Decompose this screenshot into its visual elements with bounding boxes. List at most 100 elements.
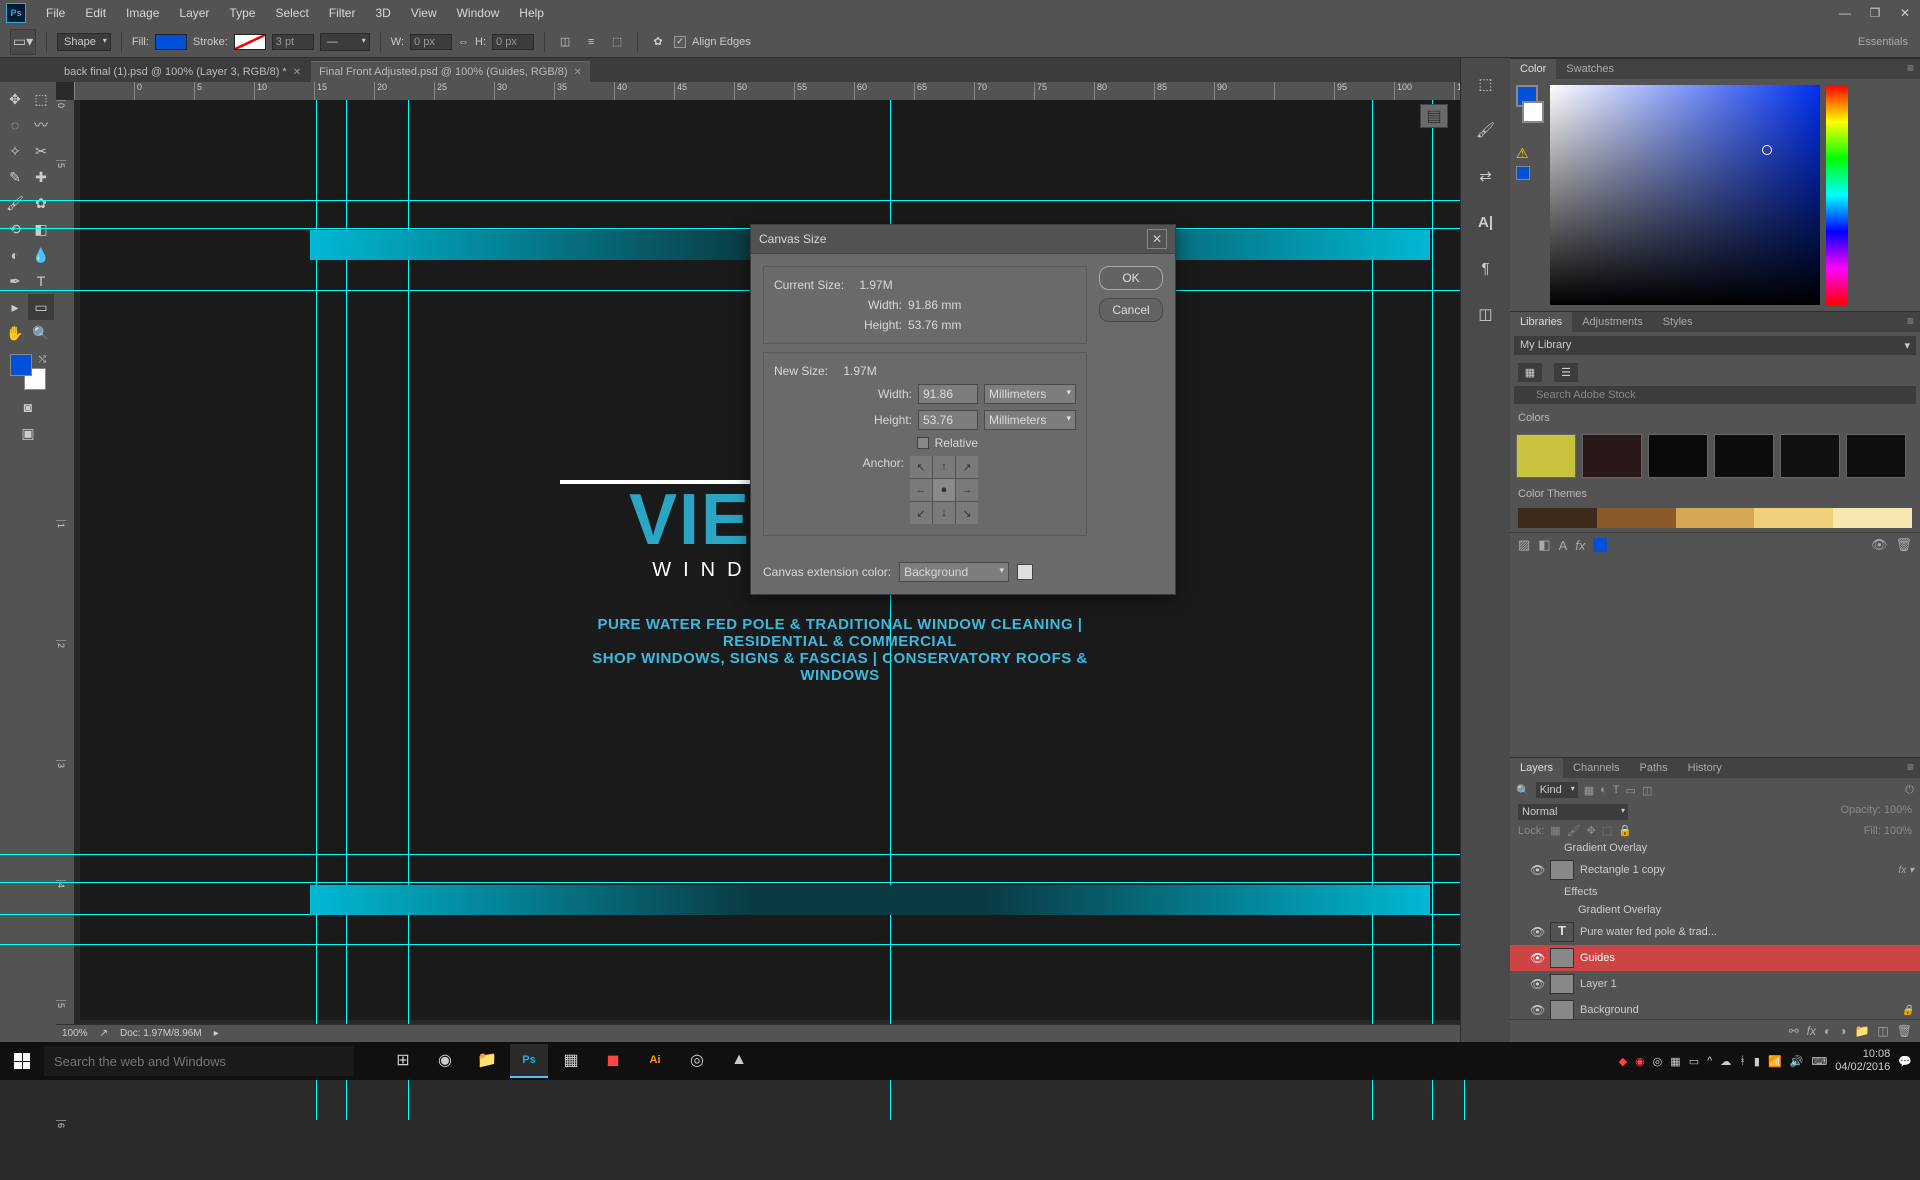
tray-onedrive-icon[interactable]: ☁ — [1720, 1055, 1731, 1068]
screen-mode-tool[interactable]: ▣ — [15, 420, 41, 446]
3d-panel-icon[interactable]: ◫ — [1472, 300, 1500, 328]
zoom-tool[interactable]: 🔍 — [28, 320, 54, 346]
blur-tool[interactable]: 💧 — [28, 242, 54, 268]
fg-color-swatch[interactable] — [10, 354, 32, 376]
wand-tool[interactable]: ✧ — [2, 138, 28, 164]
menu-select[interactable]: Select — [265, 2, 318, 24]
move-tool[interactable]: ✥ — [2, 86, 28, 112]
height-input[interactable]: 0 px — [492, 34, 534, 50]
library-color-thumb[interactable] — [1648, 434, 1708, 478]
layer-visibility-icon[interactable]: 👁 — [1530, 951, 1544, 965]
task-view-icon[interactable]: ⊞ — [384, 1044, 422, 1078]
layer-item[interactable]: Gradient Overlay — [1510, 901, 1920, 919]
width-input[interactable]: 0 px — [410, 34, 452, 50]
library-color-thumb[interactable] — [1780, 434, 1840, 478]
eraser-tool[interactable]: ◧ — [28, 216, 54, 242]
tray-bluetooth-icon[interactable]: ᚼ — [1739, 1055, 1746, 1067]
new-layer-icon[interactable]: ◫ — [1877, 1024, 1888, 1038]
library-select[interactable]: My Library▾ — [1514, 336, 1916, 355]
anchor-selector[interactable]: ↖↑↗ ←●→ ↙↓↘ — [910, 456, 978, 524]
libraries-tab[interactable]: Libraries — [1510, 312, 1572, 332]
character-panel-icon[interactable]: A| — [1472, 208, 1500, 236]
layer-item[interactable]: 👁Rectangle 1 copyfx ▾ — [1510, 857, 1920, 883]
tray-icon[interactable]: ◉ — [1635, 1055, 1645, 1068]
layer-item[interactable]: Effects — [1510, 883, 1920, 901]
filter-kind-dropdown[interactable]: Kind — [1536, 782, 1578, 798]
stroke-style-dropdown[interactable]: — — [320, 33, 370, 51]
brush-tool[interactable]: 🖌 — [2, 190, 28, 216]
layer-visibility-icon[interactable]: 👁 — [1530, 1003, 1544, 1017]
window-minimize[interactable]: — — [1830, 3, 1860, 23]
delete-layer-icon[interactable]: 🗑 — [1897, 1024, 1912, 1038]
windows-search-input[interactable] — [44, 1046, 354, 1076]
new-height-input[interactable] — [918, 410, 978, 430]
doc-tab-1[interactable]: back final (1).psd @ 100% (Layer 3, RGB/… — [56, 62, 309, 82]
lib-add-color-icon[interactable] — [1593, 538, 1607, 552]
align-edges-checkbox[interactable]: ✓ — [674, 36, 686, 48]
dialog-close-button[interactable]: ✕ — [1147, 229, 1167, 249]
start-button[interactable] — [0, 1042, 44, 1080]
path-select-tool[interactable]: ▸ — [2, 294, 28, 320]
menu-edit[interactable]: Edit — [75, 2, 116, 24]
tray-notifications-icon[interactable]: 💬 — [1898, 1055, 1912, 1068]
taskbar-chrome[interactable]: ◉ — [426, 1044, 464, 1078]
panel-menu-icon[interactable]: ≡ — [1901, 758, 1920, 778]
layer-mask-icon[interactable]: ◐ — [1824, 1024, 1831, 1038]
tab-close-icon[interactable]: ✕ — [293, 67, 301, 78]
taskbar-photoshop[interactable]: Ps — [510, 1044, 548, 1078]
layer-item[interactable]: Gradient Overlay — [1510, 839, 1920, 857]
menu-window[interactable]: Window — [447, 2, 510, 24]
menu-file[interactable]: File — [36, 2, 75, 24]
histogram-panel-icon[interactable]: ⬚ — [1472, 70, 1500, 98]
tray-icon[interactable]: ▦ — [1670, 1055, 1680, 1068]
lock-paint-icon[interactable]: 🖌 — [1567, 824, 1581, 837]
stroke-swatch[interactable] — [234, 34, 266, 50]
link-layers-icon[interactable]: ⚯ — [1789, 1024, 1799, 1038]
panel-menu-icon[interactable]: ≡ — [1901, 312, 1920, 332]
hand-tool[interactable]: ✋ — [2, 320, 28, 346]
filter-shape-icon[interactable]: ▭ — [1626, 784, 1636, 797]
filter-toggle[interactable]: ⏻ — [1905, 784, 1914, 797]
fill-swatch[interactable] — [155, 34, 187, 50]
layers-tab[interactable]: Layers — [1510, 758, 1563, 778]
width-unit-select[interactable]: Millimeters — [984, 384, 1076, 404]
menu-help[interactable]: Help — [509, 2, 554, 24]
window-restore[interactable]: ❐ — [1860, 3, 1890, 23]
color-swatches[interactable]: ⤭ — [10, 354, 46, 390]
lasso-tool[interactable]: 〰 — [28, 112, 54, 138]
menu-view[interactable]: View — [401, 2, 447, 24]
lib-view-icon[interactable]: ▦ — [1518, 363, 1542, 382]
taskbar-app1[interactable]: ▦ — [552, 1044, 590, 1078]
color-tab[interactable]: Color — [1510, 59, 1556, 79]
history-tab[interactable]: History — [1678, 758, 1732, 778]
channels-tab[interactable]: Channels — [1563, 758, 1629, 778]
path-align-icon[interactable]: ≡ — [581, 32, 601, 52]
layer-visibility-icon[interactable]: 👁 — [1530, 977, 1544, 991]
ruler-vertical[interactable]: 05123456 — [56, 100, 74, 1042]
tray-wifi-icon[interactable]: 📶 — [1768, 1055, 1782, 1068]
lock-pos-icon[interactable]: ✥ — [1587, 824, 1596, 837]
library-color-thumb[interactable] — [1582, 434, 1642, 478]
ok-button[interactable]: OK — [1099, 266, 1163, 290]
heal-tool[interactable]: ✚ — [28, 164, 54, 190]
stroke-width-input[interactable]: 3 pt — [272, 34, 314, 50]
layer-item[interactable]: 👁Guides — [1510, 945, 1920, 971]
tray-icon[interactable]: ◎ — [1653, 1055, 1663, 1068]
quickmask-tool[interactable]: ◙ — [15, 394, 41, 420]
adjustments-panel-icon[interactable]: ⇄ — [1472, 162, 1500, 190]
eyedrop-tool[interactable]: ✎ — [2, 164, 28, 190]
artboard-tool[interactable]: ⬚ — [28, 86, 54, 112]
tray-volume-icon[interactable]: 🔊 — [1790, 1055, 1804, 1068]
blend-mode-dropdown[interactable]: Normal — [1518, 804, 1628, 820]
export-icon[interactable]: ↗ — [100, 1028, 108, 1039]
tray-lang-icon[interactable]: ⌨ — [1811, 1055, 1827, 1068]
library-search-input[interactable]: Search Adobe Stock — [1514, 386, 1916, 404]
path-combine-icon[interactable]: ◫ — [555, 32, 575, 52]
library-color-thumb[interactable] — [1516, 434, 1576, 478]
lib-add-char-icon[interactable]: ◧ — [1538, 537, 1550, 553]
taskbar-app2[interactable]: ◼ — [594, 1044, 632, 1078]
lock-all-icon[interactable]: 🔒 — [1618, 824, 1632, 837]
swatches-tab[interactable]: Swatches — [1556, 59, 1624, 79]
color-theme[interactable] — [1518, 508, 1912, 528]
lock-artboard-icon[interactable]: ⬚ — [1602, 824, 1612, 837]
